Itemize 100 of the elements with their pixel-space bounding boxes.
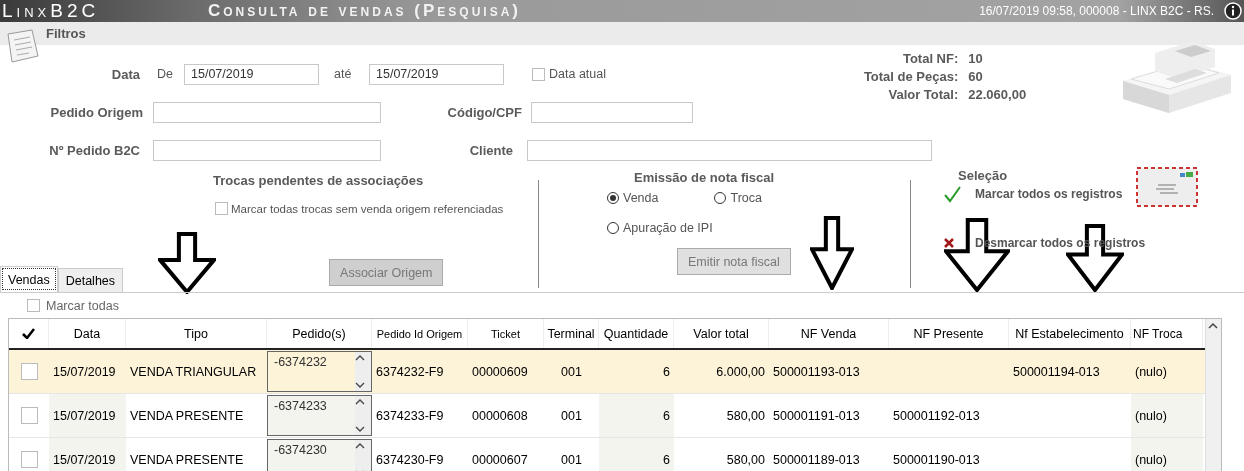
- total-label: Valor Total:: [887, 87, 959, 102]
- input-field[interactable]: [531, 101, 693, 123]
- input-field[interactable]: [527, 139, 932, 161]
- column-header[interactable]: Data: [49, 319, 126, 348]
- table-cell: 00000609: [472, 364, 528, 379]
- table-cell: 500001190-013: [893, 452, 980, 467]
- order-field[interactable]: -6374230: [267, 439, 372, 471]
- group-title: Trocas pendentes de associações: [213, 173, 425, 188]
- close-icon[interactable]: [943, 237, 955, 249]
- table-cell: 00000608: [472, 408, 528, 423]
- field-label: Data: [110, 66, 140, 82]
- table-cell: 500001193-013: [773, 364, 860, 379]
- table-cell: (nulo): [1135, 452, 1167, 467]
- table-cell: 001: [561, 408, 582, 423]
- column-header[interactable]: NF Troca: [1131, 319, 1203, 348]
- order-field[interactable]: -6374233: [267, 395, 372, 436]
- table-cell: 6374232-F9: [376, 364, 444, 379]
- radio-label: Troca: [730, 191, 762, 205]
- column-header[interactable]: Pedido Id Origem: [372, 319, 468, 348]
- field-label: Cliente: [468, 142, 513, 158]
- column-header[interactable]: Terminal: [544, 319, 599, 348]
- up-icon[interactable]: [355, 399, 365, 405]
- down-icon[interactable]: [355, 382, 365, 388]
- input-field[interactable]: [153, 101, 381, 123]
- radio-button[interactable]: [607, 222, 619, 234]
- field-label: De: [157, 67, 174, 81]
- total-value: 22.060,00: [968, 87, 1028, 102]
- window-title: Consulta de vendas (Pesquisa): [208, 1, 522, 21]
- table-cell: 6: [663, 452, 670, 467]
- table-cell: 500001189-013: [773, 452, 860, 467]
- down-arrow-icon: [158, 232, 216, 294]
- table-cell: 001: [561, 452, 582, 467]
- order-field[interactable]: -6374232: [267, 351, 372, 392]
- checkbox-label: Marcar todas trocas sem venda origem referenciadas: [231, 202, 504, 215]
- table-cell: 500001194-013: [1013, 364, 1100, 379]
- radio-button[interactable]: [714, 192, 727, 204]
- table-cell: 580,00: [726, 408, 765, 423]
- field-label: Código/CPF: [446, 104, 522, 120]
- checkbox[interactable]: [215, 202, 228, 215]
- checkbox[interactable]: [20, 407, 38, 424]
- up-icon[interactable]: [355, 355, 365, 361]
- column-header[interactable]: NF Venda: [769, 319, 889, 348]
- mark-all-link[interactable]: Marcar todos os registros: [975, 187, 1123, 201]
- status-text: 16/07/2019 09:58, 000008 - LINX B2C - RS.: [979, 4, 1214, 18]
- up-icon[interactable]: [355, 443, 365, 449]
- tab[interactable]: Vendas: [0, 266, 58, 292]
- emit-button[interactable]: Emitir nota fiscal: [677, 248, 791, 275]
- checkbox-label: Marcar todas: [46, 298, 119, 313]
- date-field[interactable]: 15/07/2019: [369, 63, 504, 85]
- column-header[interactable]: Tipo: [126, 319, 267, 348]
- table-cell: 6374230-F9: [376, 452, 444, 467]
- column-header[interactable]: Pedido(s): [267, 319, 372, 348]
- field-label: até: [334, 67, 353, 81]
- down-arrow-icon: [810, 216, 854, 290]
- radio-label: Venda: [623, 191, 659, 205]
- group-title: Emissão de nota fiscal: [634, 170, 776, 185]
- table-cell: 00000607: [472, 452, 528, 467]
- table-cell: 500001192-013: [893, 408, 980, 423]
- column-header[interactable]: NF Presente: [889, 319, 1009, 348]
- column-header[interactable]: Nf Estabelecimento: [1009, 319, 1131, 348]
- check-icon: [22, 328, 35, 339]
- envelope-icon[interactable]: [1136, 167, 1198, 207]
- table-cell: VENDA PRESENTE: [130, 452, 244, 467]
- down-icon[interactable]: [355, 426, 365, 432]
- table-cell: 500001191-013: [773, 408, 860, 423]
- checkbox[interactable]: [20, 363, 38, 380]
- date-field[interactable]: 15/07/2019: [184, 63, 319, 85]
- table-cell: 6: [663, 408, 670, 423]
- table-cell: VENDA TRIANGULAR: [130, 364, 257, 379]
- field-label: Pedido Origem: [49, 104, 143, 120]
- app-logo: LinxB2C: [1, 0, 101, 22]
- table-cell: 15/07/2019: [53, 452, 116, 467]
- section-title: Filtros: [46, 26, 86, 41]
- group-title: Seleção: [958, 168, 1008, 183]
- checkbox[interactable]: [532, 67, 545, 81]
- radio-button[interactable]: [607, 192, 619, 204]
- table-cell: 580,00: [726, 452, 765, 467]
- total-value: 60: [968, 69, 984, 84]
- table-cell: VENDA PRESENTE: [130, 408, 244, 423]
- table-cell: (nulo): [1135, 408, 1167, 423]
- table-cell: 15/07/2019: [53, 408, 116, 423]
- column-header[interactable]: Quantidade: [599, 319, 674, 348]
- column-header[interactable]: Ticket: [468, 319, 544, 348]
- field-label: Nº Pedido B2C: [48, 142, 140, 158]
- table-cell: 6: [663, 364, 670, 379]
- column-header[interactable]: Valor total: [674, 319, 769, 348]
- tab[interactable]: Detalhes: [57, 268, 124, 292]
- checkbox-label: Data atual: [549, 67, 606, 81]
- input-field[interactable]: [153, 139, 381, 161]
- table-cell: 001: [561, 364, 582, 379]
- table-cell: (nulo): [1135, 364, 1167, 379]
- table-cell: 15/07/2019: [53, 364, 116, 379]
- check-icon[interactable]: [943, 185, 961, 203]
- total-label: Total de Peças:: [862, 69, 959, 84]
- checkbox[interactable]: [20, 451, 38, 468]
- total-label: Total NF:: [901, 51, 959, 66]
- total-value: 10: [968, 51, 984, 66]
- checkbox[interactable]: [27, 299, 40, 312]
- table-cell: 6374233-F9: [376, 408, 444, 423]
- info-icon[interactable]: [1224, 2, 1242, 20]
